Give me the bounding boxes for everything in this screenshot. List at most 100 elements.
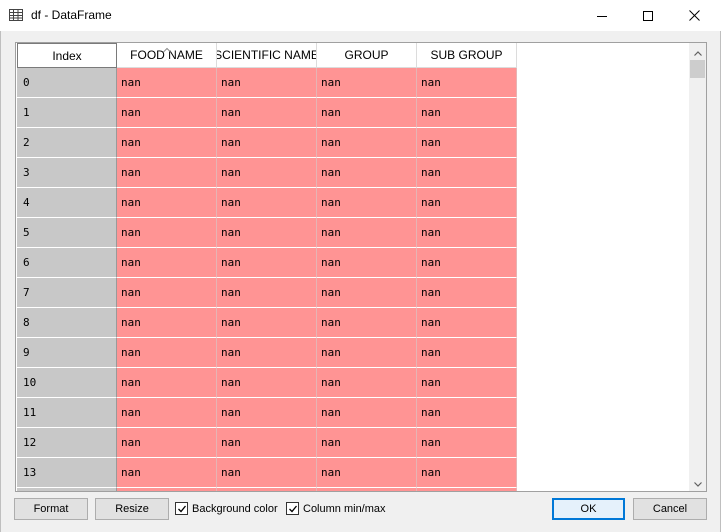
index-cell[interactable]: 1 [17, 98, 117, 128]
minimize-button[interactable] [579, 0, 625, 31]
index-cell[interactable]: 11 [17, 398, 117, 428]
index-cell[interactable]: 4 [17, 188, 117, 218]
index-cell[interactable]: 9 [17, 338, 117, 368]
table-cell[interactable]: nan [317, 308, 417, 338]
table-cell[interactable]: nan [417, 128, 517, 158]
table-cell[interactable]: nan [217, 428, 317, 458]
table-cell[interactable]: nan [417, 248, 517, 278]
table-cell[interactable]: nan [217, 128, 317, 158]
index-cell[interactable]: 5 [17, 218, 117, 248]
table-cell[interactable]: nan [217, 68, 317, 98]
table-cell[interactable]: nan [317, 218, 417, 248]
table-cell[interactable]: nan [217, 368, 317, 398]
table-cell[interactable]: nan [417, 458, 517, 488]
table-cell[interactable]: nan [217, 398, 317, 428]
column-header-sub-group[interactable]: SUB GROUP [417, 43, 517, 68]
vertical-scrollbar[interactable] [689, 43, 706, 491]
table-cell[interactable]: nan [117, 218, 217, 248]
table-cell[interactable]: nan [217, 458, 317, 488]
table-cell[interactable]: nan [117, 188, 217, 218]
table-cell[interactable]: nan [217, 218, 317, 248]
table-cell[interactable]: nan [217, 308, 317, 338]
index-header[interactable]: Index [17, 43, 117, 68]
table-cell[interactable]: nan [117, 338, 217, 368]
title-bar: df - DataFrame [0, 0, 721, 31]
background-color-checkbox[interactable]: Background color [175, 502, 278, 515]
index-cell[interactable]: 12 [17, 428, 117, 458]
scroll-up-button[interactable] [689, 43, 706, 60]
table-cell[interactable]: nan [117, 398, 217, 428]
table-cell[interactable]: nan [317, 428, 417, 458]
table-cell[interactable]: nan [417, 308, 517, 338]
index-cell[interactable]: 13 [17, 458, 117, 488]
index-cell[interactable] [17, 488, 117, 491]
table-cell[interactable]: nan [317, 188, 417, 218]
index-cell[interactable]: 2 [17, 128, 117, 158]
table-cell[interactable] [117, 488, 217, 491]
table-cell[interactable]: nan [317, 98, 417, 128]
table-cell[interactable]: nan [317, 458, 417, 488]
table-cell[interactable] [217, 488, 317, 491]
table-cell[interactable]: nan [417, 98, 517, 128]
index-cell[interactable]: 10 [17, 368, 117, 398]
table-cell[interactable]: nan [217, 338, 317, 368]
column-header-scientific-name[interactable]: SCIENTIFIC NAME [217, 43, 317, 68]
checkmark-icon [175, 502, 188, 515]
column-header-food-name[interactable]: FOOD NAME [117, 43, 217, 68]
table-cell[interactable]: nan [117, 158, 217, 188]
cancel-button[interactable]: Cancel [633, 498, 707, 520]
table-icon [9, 9, 23, 21]
table-cell[interactable]: nan [317, 338, 417, 368]
table-cell[interactable]: nan [417, 218, 517, 248]
scrollbar-thumb[interactable] [690, 60, 705, 78]
table-cell[interactable]: nan [317, 398, 417, 428]
table-cell[interactable]: nan [417, 188, 517, 218]
index-cell[interactable]: 0 [17, 68, 117, 98]
column-header-group[interactable]: GROUP [317, 43, 417, 68]
resize-button[interactable]: Resize [95, 498, 169, 520]
table-cell[interactable]: nan [317, 158, 417, 188]
table-cell[interactable]: nan [417, 68, 517, 98]
table-row: 3 nan nan nan nan [17, 158, 517, 188]
table-cell[interactable]: nan [117, 458, 217, 488]
table-cell[interactable]: nan [117, 128, 217, 158]
format-button[interactable]: Format [14, 498, 88, 520]
table-cell[interactable]: nan [417, 398, 517, 428]
close-icon [688, 10, 700, 21]
column-minmax-checkbox[interactable]: Column min/max [286, 502, 386, 515]
table-cell[interactable] [317, 488, 417, 491]
table-cell[interactable]: nan [317, 248, 417, 278]
table-cell[interactable]: nan [417, 338, 517, 368]
table-cell[interactable]: nan [417, 368, 517, 398]
dataframe-table: Index FOOD NAME SCIENTIFIC NAME GROUP SU… [15, 42, 707, 492]
index-cell[interactable]: 3 [17, 158, 117, 188]
index-cell[interactable]: 6 [17, 248, 117, 278]
table-cell[interactable]: nan [217, 158, 317, 188]
table-cell[interactable]: nan [117, 308, 217, 338]
table-cell[interactable]: nan [117, 278, 217, 308]
table-cell[interactable]: nan [217, 188, 317, 218]
table-cell[interactable]: nan [317, 128, 417, 158]
table-cell[interactable]: nan [217, 278, 317, 308]
table-cell[interactable] [417, 488, 517, 491]
table-cell[interactable]: nan [417, 428, 517, 458]
ok-button[interactable]: OK [552, 498, 625, 520]
table-cell[interactable]: nan [117, 368, 217, 398]
table-cell[interactable]: nan [417, 158, 517, 188]
close-button[interactable] [671, 0, 717, 31]
maximize-button[interactable] [625, 0, 671, 31]
index-cell[interactable]: 7 [17, 278, 117, 308]
table-cell[interactable]: nan [117, 98, 217, 128]
column-header-label: GROUP [344, 48, 389, 62]
table-cell[interactable]: nan [317, 368, 417, 398]
table-cell[interactable]: nan [317, 278, 417, 308]
scroll-down-button[interactable] [689, 474, 706, 491]
table-cell[interactable]: nan [217, 248, 317, 278]
index-cell[interactable]: 8 [17, 308, 117, 338]
table-cell[interactable]: nan [117, 68, 217, 98]
table-cell[interactable]: nan [117, 248, 217, 278]
table-cell[interactable]: nan [117, 428, 217, 458]
table-cell[interactable]: nan [217, 98, 317, 128]
table-cell[interactable]: nan [317, 68, 417, 98]
table-cell[interactable]: nan [417, 278, 517, 308]
